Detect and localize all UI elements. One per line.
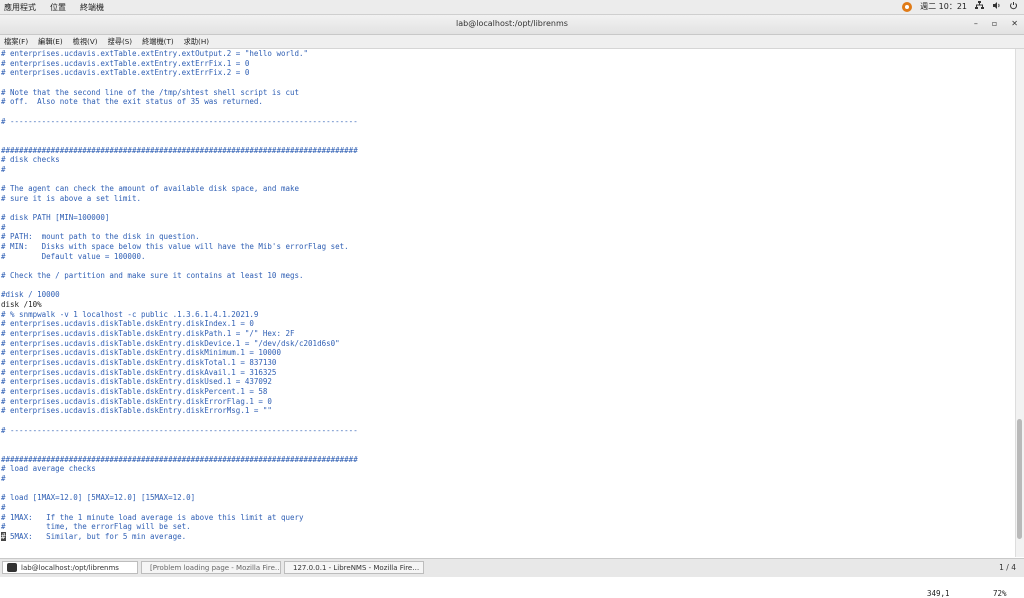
terminal-line: # % snmpwalk -v 1 localhost -c public .1… (1, 309, 259, 319)
menu-label: 應用程式 (4, 3, 36, 12)
taskbar-item-label: lab@localhost:/opt/librenms (21, 563, 119, 572)
maximize-button[interactable]: ▫ (992, 19, 997, 28)
terminal-line: # 5MAX: Similar, but for 5 min average. (1, 531, 187, 542)
terminal-line: # load average checks (1, 464, 96, 474)
scroll-percent: 72% (993, 589, 1007, 598)
terminal-line: # enterprises.ucdavis.diskTable.dskEntry… (1, 377, 272, 387)
terminal-line: # load [1MAX=12.0] [5MAX=12.0] [15MAX=12… (1, 493, 196, 503)
places-menu[interactable]: 位置 (50, 2, 66, 13)
terminal-line: # (1, 502, 6, 512)
minimize-button[interactable]: – (974, 19, 978, 28)
menu-help[interactable]: 求助(H) (184, 37, 209, 47)
bottom-taskbar: lab@localhost:/opt/librenms [Problem loa… (0, 558, 1024, 577)
terminal-line: # enterprises.ucdavis.diskTable.dskEntry… (1, 386, 268, 396)
terminal-line: # Check the / partition and make sure it… (1, 271, 304, 281)
terminal-line: # Default value = 100000. (1, 251, 146, 261)
terminal-line: # time, the errorFlag will be set. (1, 522, 191, 532)
menu-terminal[interactable]: 終端機(T) (142, 37, 174, 47)
terminal-line: # (1, 222, 6, 232)
taskbar-item-label: 127.0.0.1 - LibreNMS - Mozilla Fire… (293, 563, 420, 572)
terminal-line: # enterprises.ucdavis.diskTable.dskEntry… (1, 338, 340, 348)
text-cursor: # (1, 531, 6, 542)
terminal-line: # enterprises.ucdavis.diskTable.dskEntry… (1, 348, 281, 358)
terminal-icon (7, 563, 17, 572)
power-icon[interactable] (1009, 1, 1018, 12)
window-titlebar[interactable]: lab@localhost:/opt/librenms – ▫ ✕ (0, 15, 1024, 35)
terminal-line: # MIN: Disks with space below this value… (1, 242, 349, 252)
menu-label: 終端機 (80, 3, 104, 12)
cursor-position: 349,1 (927, 589, 950, 598)
ubuntu-logo-icon[interactable] (902, 1, 913, 12)
taskbar-item-firefox-librenms[interactable]: 127.0.0.1 - LibreNMS - Mozilla Fire… (284, 561, 424, 574)
terminal-line: # enterprises.ucdavis.extTable.extEntry.… (1, 68, 250, 78)
terminal-line: # Note that the second line of the /tmp/… (1, 87, 300, 97)
taskbar-item-label: [Problem loading page - Mozilla Fire… (150, 563, 281, 572)
terminal-line: # PATH: mount path to the disk in questi… (1, 232, 200, 242)
terminal-line: # enterprises.ucdavis.diskTable.dskEntry… (1, 358, 277, 367)
terminal-line: # 1MAX: If the 1 minute load average is … (1, 512, 304, 522)
terminal-line: # enterprises.ucdavis.extTable.extEntry.… (1, 58, 250, 68)
terminal-line: # --------------------------------------… (1, 425, 358, 435)
terminal-line: # sure it is above a set limit. (1, 193, 141, 203)
taskbar-item-firefox-problem[interactable]: [Problem loading page - Mozilla Fire… (141, 561, 281, 574)
terminal-text: # enterprises.ucdavis.extTable.extEntry.… (1, 49, 358, 542)
terminal-line: # (1, 473, 6, 483)
terminal-line: # enterprises.ucdavis.diskTable.dskEntry… (1, 367, 277, 377)
clock[interactable]: 週二 10：21 (920, 1, 967, 12)
close-button[interactable]: ✕ (1011, 19, 1018, 28)
terminal-line: # (1, 164, 6, 174)
terminal-area[interactable]: # enterprises.ucdavis.extTable.extEntry.… (0, 49, 1016, 598)
terminal-line: # enterprises.ucdavis.diskTable.dskEntry… (1, 319, 254, 329)
terminal-line: # disk PATH [MIN=100000] (1, 213, 110, 223)
taskbar-item-terminal[interactable]: lab@localhost:/opt/librenms (2, 561, 138, 574)
terminal-menubar: 檔案(F) 編輯(E) 檢視(V) 搜尋(S) 終端機(T) 求助(H) (0, 35, 1024, 49)
terminal-line: # enterprises.ucdavis.extTable.extEntry.… (1, 49, 309, 58)
terminal-line: # enterprises.ucdavis.diskTable.dskEntry… (1, 329, 295, 339)
menu-search[interactable]: 搜尋(S) (108, 37, 133, 47)
applications-menu[interactable]: 應用程式 (4, 2, 36, 13)
window-title: lab@localhost:/opt/librenms (456, 19, 568, 28)
terminal-line: # enterprises.ucdavis.diskTable.dskEntry… (1, 396, 272, 406)
volume-icon[interactable] (992, 1, 1001, 12)
terminal-line: # The agent can check the amount of avai… (1, 184, 300, 194)
menu-view[interactable]: 檢視(V) (73, 37, 98, 47)
menu-label: 位置 (50, 3, 66, 12)
terminal-line: ########################################… (1, 454, 358, 464)
scrollbar-thumb[interactable] (1017, 419, 1022, 539)
terminal-menu[interactable]: 終端機 (80, 2, 104, 13)
terminal-line: disk /10% (1, 300, 42, 310)
menu-file[interactable]: 檔案(F) (4, 37, 28, 47)
menu-edit[interactable]: 編輯(E) (38, 37, 63, 47)
terminal-line: # off. Also note that the exit status of… (1, 97, 263, 107)
terminal-scrollbar[interactable] (1015, 49, 1024, 557)
terminal-line: # disk checks (1, 155, 60, 165)
terminal-line: ########################################… (1, 145, 358, 155)
network-icon[interactable] (975, 1, 984, 12)
workspace-pager[interactable]: 1 / 4 (999, 563, 1016, 572)
system-top-bar: 應用程式 位置 終端機 週二 10：21 (0, 0, 1024, 15)
terminal-line: # --------------------------------------… (1, 116, 358, 126)
terminal-line: # enterprises.ucdavis.diskTable.dskEntry… (1, 406, 272, 416)
terminal-line: #disk / 10000 (1, 290, 60, 300)
